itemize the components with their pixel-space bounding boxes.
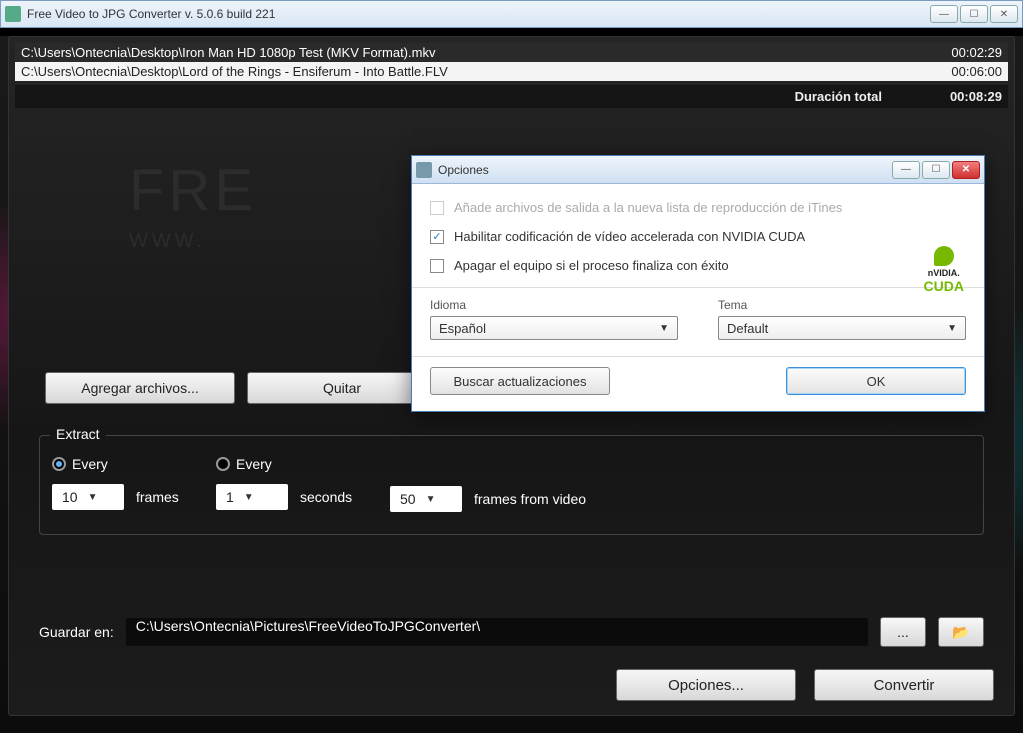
every-seconds-radio[interactable]: Every — [216, 456, 272, 472]
maximize-button[interactable]: ☐ — [960, 5, 988, 23]
convert-button[interactable]: Convertir — [814, 669, 994, 701]
radio-icon — [216, 457, 230, 471]
extract-legend: Extract — [50, 426, 106, 442]
checkbox-icon — [430, 201, 444, 215]
file-path: C:\Users\Ontecnia\Desktop\Iron Man HD 10… — [21, 45, 922, 60]
chevron-down-icon: ▼ — [659, 323, 669, 334]
check-updates-button[interactable]: Buscar actualizaciones — [430, 367, 610, 395]
minimize-button[interactable]: — — [930, 5, 958, 23]
seconds-count-select[interactable]: 1▼ — [216, 484, 288, 510]
shutdown-checkbox-row[interactable]: Apagar el equipo si el proceso finaliza … — [430, 258, 966, 273]
file-duration: 00:02:29 — [922, 45, 1002, 60]
chevron-down-icon: ▼ — [426, 494, 436, 505]
total-duration-label: Duración total — [21, 89, 922, 104]
file-row[interactable]: C:\Users\Ontecnia\Desktop\Iron Man HD 10… — [15, 43, 1008, 62]
remove-button[interactable]: Quitar — [247, 372, 437, 404]
dialog-maximize-button[interactable]: ☐ — [922, 161, 950, 179]
file-list: C:\Users\Ontecnia\Desktop\Iron Man HD 10… — [15, 43, 1008, 81]
main-titlebar: Free Video to JPG Converter v. 5.0.6 bui… — [0, 0, 1023, 28]
nvidia-cuda-logo: nVIDIA. CUDA — [924, 246, 964, 294]
open-folder-button[interactable]: 📂 — [938, 617, 984, 647]
options-dialog: Opciones — ☐ ✕ Añade archivos de salida … — [411, 155, 985, 412]
theme-select[interactable]: Default ▼ — [718, 316, 966, 340]
chevron-down-icon: ▼ — [88, 492, 98, 503]
theme-label: Tema — [718, 298, 966, 312]
total-duration-value: 00:08:29 — [922, 89, 1002, 104]
cuda-checkbox-row[interactable]: ✓ Habilitar codificación de vídeo accele… — [430, 229, 966, 244]
chevron-down-icon: ▼ — [244, 492, 254, 503]
save-path-field[interactable]: C:\Users\Ontecnia\Pictures\FreeVideoToJP… — [126, 618, 868, 646]
file-row[interactable]: C:\Users\Ontecnia\Desktop\Lord of the Ri… — [15, 62, 1008, 81]
extract-group: Extract Every 10▼ frames — [39, 435, 984, 535]
save-label: Guardar en: — [39, 624, 114, 640]
folder-open-icon: 📂 — [952, 624, 969, 641]
nvidia-eye-icon — [934, 246, 954, 266]
background-brand-text: FRE WWW. — [129, 157, 257, 253]
window-title: Free Video to JPG Converter v. 5.0.6 bui… — [27, 7, 928, 21]
language-label: Idioma — [430, 298, 678, 312]
frames-count-select[interactable]: 10▼ — [52, 484, 124, 510]
close-button[interactable]: ✕ — [990, 5, 1018, 23]
total-frames-select[interactable]: 50▼ — [390, 486, 462, 512]
dialog-close-button[interactable]: ✕ — [952, 161, 980, 179]
chevron-down-icon: ▼ — [947, 323, 957, 334]
total-duration-row: Duración total 00:08:29 — [15, 85, 1008, 108]
file-path: C:\Users\Ontecnia\Desktop\Lord of the Ri… — [21, 64, 922, 79]
file-duration: 00:06:00 — [922, 64, 1002, 79]
ok-button[interactable]: OK — [786, 367, 966, 395]
language-select[interactable]: Español ▼ — [430, 316, 678, 340]
checkbox-icon — [430, 259, 444, 273]
add-files-button[interactable]: Agregar archivos... — [45, 372, 235, 404]
app-icon — [5, 6, 21, 22]
dialog-title: Opciones — [438, 163, 890, 177]
dialog-minimize-button[interactable]: — — [892, 161, 920, 179]
every-frames-radio[interactable]: Every — [52, 456, 108, 472]
options-button[interactable]: Opciones... — [616, 669, 796, 701]
itunes-checkbox-row: Añade archivos de salida a la nueva list… — [430, 200, 966, 215]
checkbox-icon: ✓ — [430, 230, 444, 244]
browse-button[interactable]: ... — [880, 617, 926, 647]
dialog-titlebar: Opciones — ☐ ✕ — [412, 156, 984, 184]
radio-icon — [52, 457, 66, 471]
dialog-icon — [416, 162, 432, 178]
